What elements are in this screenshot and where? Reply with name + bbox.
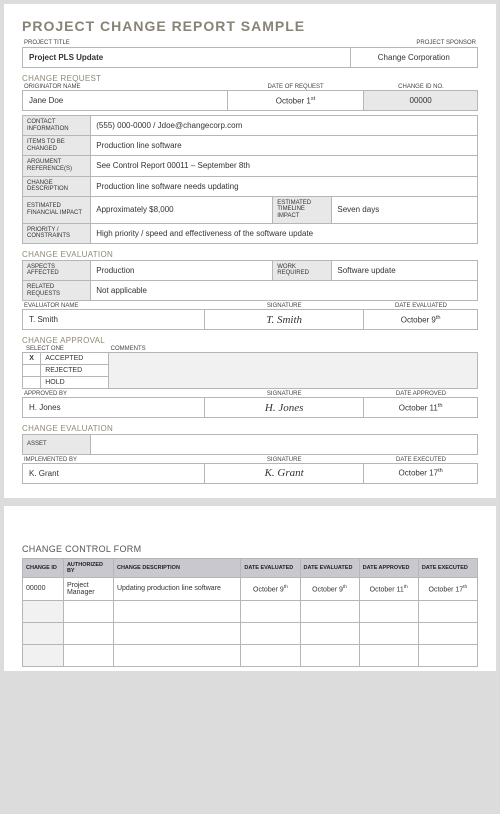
label-related-requests: RELATED REQUESTS <box>23 280 91 300</box>
aspects-affected: Production <box>91 260 273 280</box>
label-aspects-affected: ASPECTS AFFECTED <box>23 260 91 280</box>
items-to-change: Production line software <box>91 136 478 156</box>
label-asset: ASSET <box>23 435 91 455</box>
option-rejected[interactable]: REJECTED <box>41 365 109 377</box>
section-change-evaluation: CHANGE EVALUATION <box>22 250 478 259</box>
cell-d3: October 11th <box>359 577 418 600</box>
label-est-timeline-impact: ESTIMATED TIMELINE IMPACT <box>273 196 332 223</box>
cell-authorized-by: Project Manager <box>63 577 113 600</box>
th-change-id: CHANGE ID <box>23 558 64 577</box>
label-change-desc: CHANGE DESCRIPTION <box>23 176 91 196</box>
form2-title: CHANGE CONTROL FORM <box>22 544 478 554</box>
evaluator-name: T. Smith <box>23 310 205 330</box>
label-contact-info: CONTACT INFORMATION <box>23 116 91 136</box>
cell-change-desc: Updating production line software <box>113 577 240 600</box>
label-items-to-change: ITEMS TO BE CHANGED <box>23 136 91 156</box>
label-argument-refs: ARGUMENT REFERENCE(S) <box>23 156 91 176</box>
priority: High priority / speed and effectiveness … <box>91 223 478 243</box>
originator-name: Jane Doe <box>23 91 228 111</box>
cell-d2: October 9th <box>300 577 359 600</box>
cell-change-id: 00000 <box>23 577 64 600</box>
option-accepted[interactable]: ACCEPTED <box>41 353 109 365</box>
evaluator-signature: T. Smith <box>205 310 364 330</box>
cell-d1: October 9th <box>241 577 300 600</box>
th-authorized-by: AUTHORIZED BY <box>63 558 113 577</box>
th-change-desc: CHANGE DESCRIPTION <box>113 558 240 577</box>
contact-info: (555) 000-0000 / Jdoe@changecorp.com <box>91 116 478 136</box>
change-desc: Production line software needs updating <box>91 176 478 196</box>
report-title: PROJECT CHANGE REPORT SAMPLE <box>22 18 478 34</box>
table-row <box>23 644 478 666</box>
asset-value <box>91 435 478 455</box>
cell-d4: October 17th <box>418 577 477 600</box>
approved-by: H. Jones <box>23 398 205 418</box>
date-evaluated: October 9th <box>364 310 478 330</box>
selected-mark[interactable]: X <box>23 353 41 365</box>
project-title: Project PLS Update <box>23 48 351 68</box>
comments-box[interactable] <box>109 353 478 389</box>
implementer-signature: K. Grant <box>205 463 364 483</box>
change-id-no: 00000 <box>364 91 478 111</box>
est-fin-impact: Approximately $8,000 <box>91 196 273 223</box>
label-project-title: PROJECT TITLE <box>22 40 350 46</box>
label-work-required: WORK REQUIRED <box>273 260 332 280</box>
work-required: Software update <box>332 260 478 280</box>
label-est-fin-impact: ESTIMATED FINANCIAL IMPACT <box>23 196 91 223</box>
section-change-evaluation2: CHANGE EVALUATION <box>22 424 478 433</box>
date-of-request: October 1st <box>227 91 364 111</box>
date-executed: October 17th <box>364 463 478 483</box>
approver-signature: H. Jones <box>205 398 364 418</box>
table-row <box>23 622 478 644</box>
project-sponsor: Change Corporation <box>350 48 477 68</box>
section-change-approval: CHANGE APPROVAL <box>22 336 478 345</box>
argument-refs: See Control Report 00011 – September 8th <box>91 156 478 176</box>
th-date-evaluated2: DATE EVALUATED <box>300 558 359 577</box>
section-change-request: CHANGE REQUEST <box>22 74 478 83</box>
est-timeline-impact: Seven days <box>332 196 478 223</box>
table-row <box>23 600 478 622</box>
label-project-sponsor: PROJECT SPONSOR <box>350 40 478 46</box>
hold-mark[interactable] <box>23 377 41 389</box>
related-requests: Not applicable <box>91 280 478 300</box>
th-date-executed: DATE EXECUTED <box>418 558 477 577</box>
rejected-mark[interactable] <box>23 365 41 377</box>
date-approved: October 11th <box>364 398 478 418</box>
option-hold[interactable]: HOLD <box>41 377 109 389</box>
implemented-by: K. Grant <box>23 463 205 483</box>
label-priority: PRIORITY / CONSTRAINTS <box>23 223 91 243</box>
th-date-approved: DATE APPROVED <box>359 558 418 577</box>
th-date-evaluated: DATE EVALUATED <box>241 558 300 577</box>
table-row: 00000 Project Manager Updating productio… <box>23 577 478 600</box>
